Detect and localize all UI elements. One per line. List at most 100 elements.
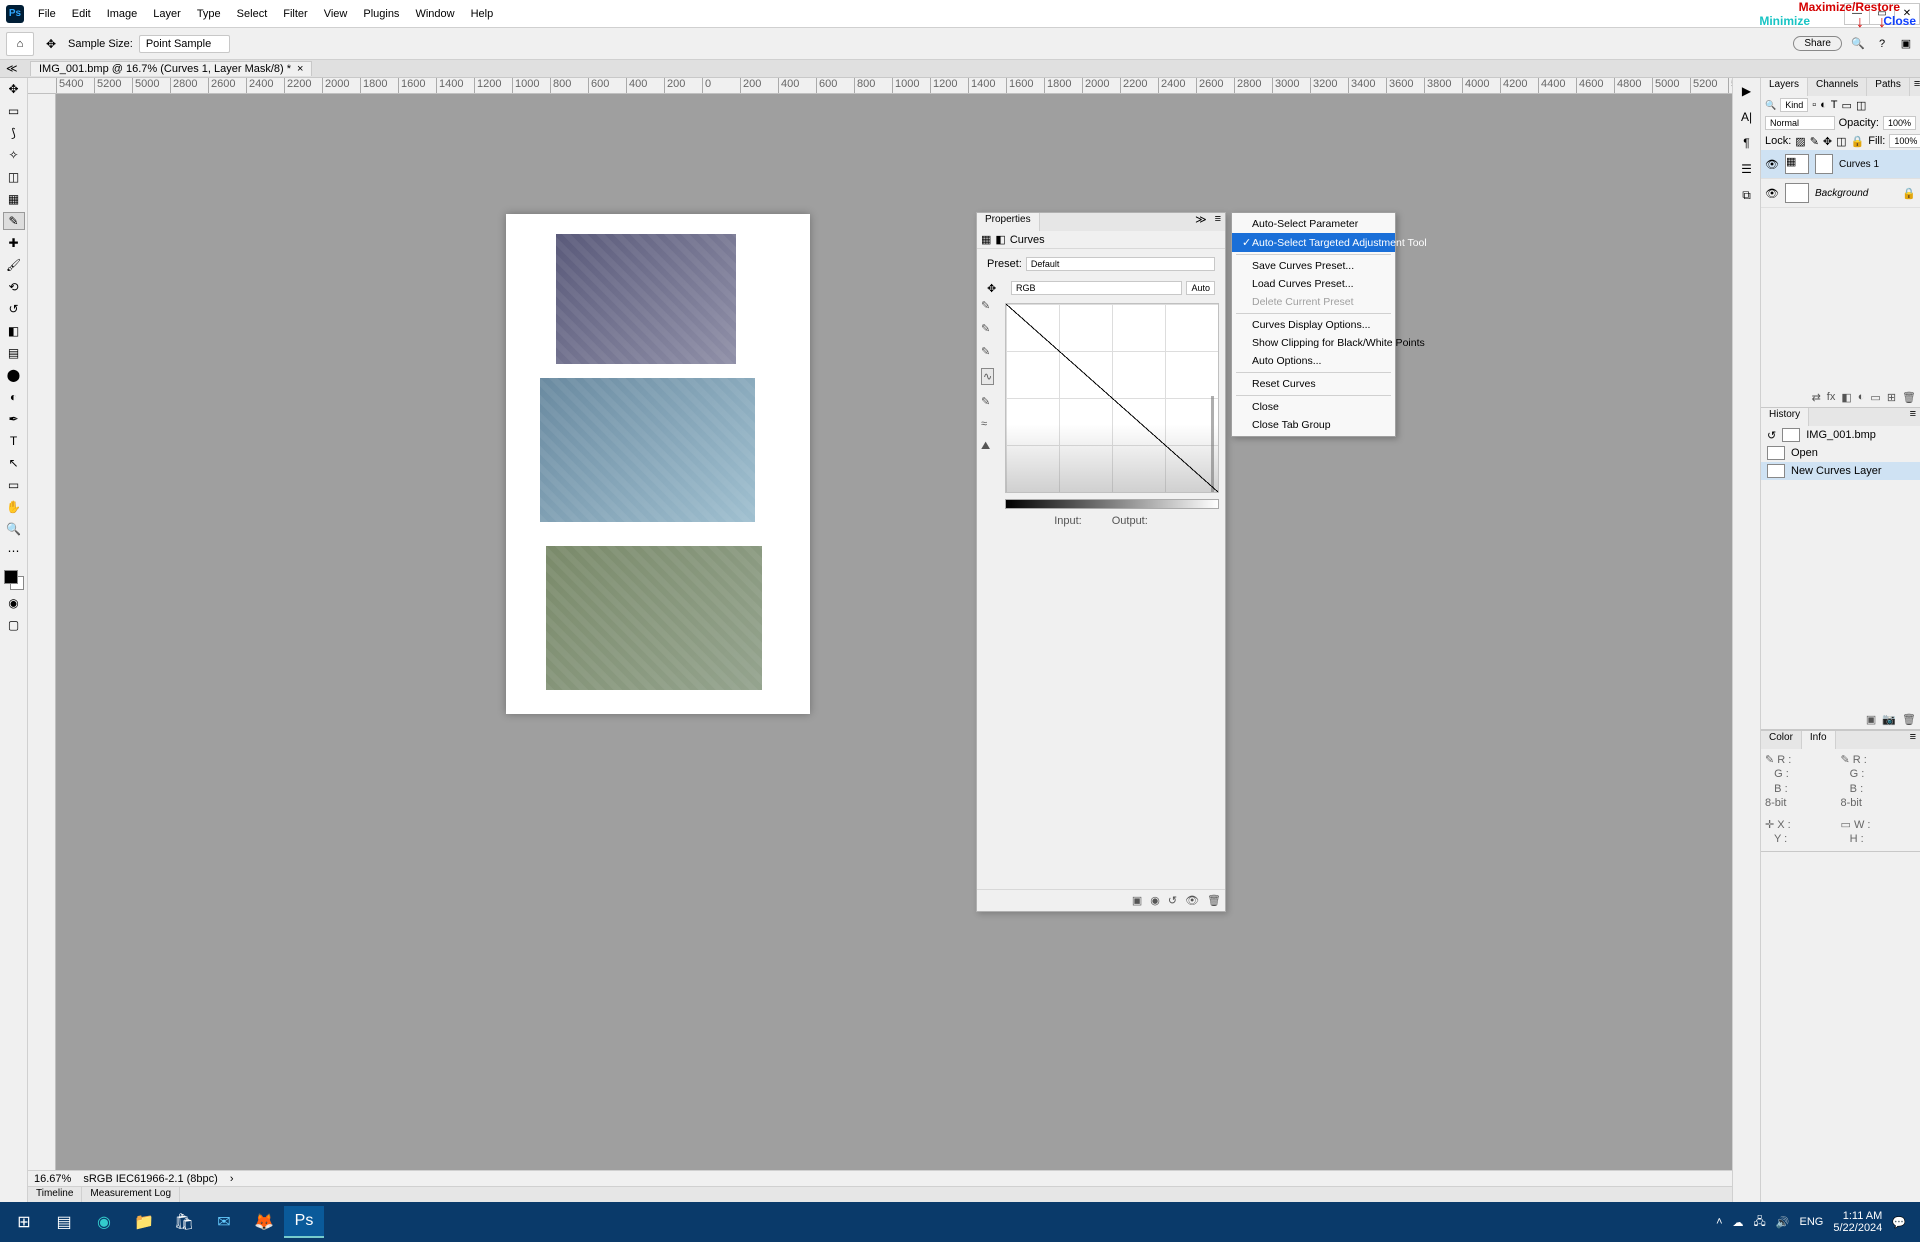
crop-tool-icon[interactable]: ◫ [3,168,25,186]
gradient-tool-icon[interactable]: ▤ [3,344,25,362]
wand-tool-icon[interactable]: ✧ [3,146,25,164]
layer-row[interactable]: 👁 Background 🔒 [1761,179,1920,208]
context-menu-item[interactable]: Load Curves Preset... [1232,275,1395,293]
menu-plugins[interactable]: Plugins [355,0,407,27]
timeline-tab[interactable]: Timeline [28,1187,82,1202]
properties-tab[interactable]: Properties [977,213,1040,231]
search-icon[interactable]: 🔍 [1850,36,1866,52]
history-brush-icon[interactable]: ↺ [1767,429,1776,442]
menu-help[interactable]: Help [463,0,502,27]
path-tool-icon[interactable]: ↖ [3,454,25,472]
context-menu-item[interactable]: Reset Curves [1232,375,1395,393]
channels-tab[interactable]: Channels [1808,78,1867,96]
visibility-icon[interactable]: 👁 [1185,894,1199,907]
color-swatch[interactable] [4,570,24,590]
clone-panel-icon[interactable]: ⧉ [1736,186,1758,204]
filter-type-icon[interactable]: T [1831,99,1838,111]
trash-icon[interactable]: 🗑 [1902,391,1916,404]
history-tab[interactable]: History [1761,408,1809,426]
on-image-tool-icon[interactable]: ✎ [981,299,994,312]
trash-icon[interactable]: 🗑 [1207,894,1221,907]
eyedropper-tool-icon[interactable]: ✎ [3,212,25,230]
start-button[interactable]: ⊞ [4,1206,44,1238]
visibility-icon[interactable]: 👁 [1765,158,1779,171]
close-icon[interactable]: × [297,63,303,75]
layer-mask-thumb[interactable] [1815,154,1833,174]
edge-icon[interactable]: ◉ [84,1206,124,1238]
move-tool-icon[interactable]: ✥ [3,80,25,98]
paths-tab[interactable]: Paths [1867,78,1910,96]
history-step[interactable]: New Curves Layer [1791,465,1881,477]
history-brush-tool-icon[interactable]: ↺ [3,300,25,318]
network-icon[interactable]: 🖧 [1754,1213,1766,1232]
collapse-icon[interactable]: ≫ [1191,213,1211,231]
gradient-strip[interactable] [1005,499,1219,509]
curve-point-tool-icon[interactable]: ∿ [981,368,994,385]
layer-filter-select[interactable]: Kind [1780,98,1808,112]
document-tab[interactable]: IMG_001.bmp @ 16.7% (Curves 1, Layer Mas… [30,61,312,76]
info-tab[interactable]: Info [1802,731,1836,749]
fx-icon[interactable]: fx [1827,391,1836,404]
blur-tool-icon[interactable]: ⬤ [3,366,25,384]
blend-mode-select[interactable]: Normal [1765,116,1835,130]
panel-menu-icon[interactable]: ≡ [1211,213,1225,231]
layers-tab[interactable]: Layers [1761,78,1808,96]
tray-chevron-icon[interactable]: ˄ [1716,1216,1722,1228]
zoom-tool-icon[interactable]: 🔍 [3,520,25,538]
context-menu-item[interactable]: ✓Auto-Select Targeted Adjustment Tool [1232,233,1395,252]
visibility-icon[interactable]: 👁 [1765,187,1779,200]
lock-trans-icon[interactable]: ▨ [1795,135,1805,148]
snapshot-icon[interactable]: 📷 [1882,713,1896,726]
panel-menu-icon[interactable]: ≡ [1906,408,1920,426]
play-icon[interactable]: ▶ [1736,82,1758,100]
screenmode-icon[interactable]: ▢ [3,616,25,634]
lasso-tool-icon[interactable]: ⟆ [3,124,25,142]
task-view-icon[interactable]: ▤ [44,1206,84,1238]
document-stage[interactable]: Properties ≫ ≡ ▦ ◧ Curves Preset: [56,94,1732,1170]
clock[interactable]: 1:11 AM 5/22/2024 [1833,1210,1882,1234]
view-prev-icon[interactable]: ◉ [1150,894,1160,907]
context-menu-item[interactable]: Save Curves Preset... [1232,257,1395,275]
lock-all-icon[interactable]: 🔒 [1851,135,1865,148]
layer-name[interactable]: Curves 1 [1839,159,1879,170]
stamp-tool-icon[interactable]: ⟲ [3,278,25,296]
sample-size-select[interactable]: Point Sample [139,35,230,53]
histogram-icon[interactable]: ⛰ [981,440,994,453]
context-menu-item[interactable]: Show Clipping for Black/White Points [1232,334,1395,352]
workspace-icon[interactable]: ▣ [1898,36,1914,52]
current-tool-icon[interactable]: ✥ [40,35,62,53]
filter-shape-icon[interactable]: ▭ [1842,99,1852,112]
heal-tool-icon[interactable]: ✚ [3,234,25,252]
curves-graph[interactable] [1005,303,1219,493]
white-point-icon[interactable]: ✎ [981,322,994,335]
photoshop-taskbar-icon[interactable]: Ps [284,1206,324,1238]
shape-tool-icon[interactable]: ▭ [3,476,25,494]
menu-type[interactable]: Type [189,0,229,27]
layer-row[interactable]: 👁 ▦ Curves 1 [1761,150,1920,179]
pen-tool-icon[interactable]: ✒ [3,410,25,428]
reset-icon[interactable]: ↺ [1168,894,1177,907]
firefox-icon[interactable]: 🦊 [244,1206,284,1238]
filter-adj-icon[interactable]: ◐ [1820,99,1827,111]
menu-view[interactable]: View [316,0,356,27]
context-menu-item[interactable]: Close Tab Group [1232,416,1395,434]
context-menu-item[interactable]: Auto-Select Parameter [1232,215,1395,233]
menu-window[interactable]: Window [407,0,462,27]
menu-image[interactable]: Image [99,0,146,27]
fill-input[interactable]: 100% [1889,134,1920,148]
notifications-icon[interactable]: 💬 [1892,1216,1906,1229]
gray-point-icon[interactable]: ✎ [981,345,994,358]
volume-icon[interactable]: 🔊 [1776,1216,1790,1229]
auto-button[interactable]: Auto [1186,281,1215,295]
targeted-adj-icon[interactable]: ✥ [987,282,1007,295]
frame-tool-icon[interactable]: ▦ [3,190,25,208]
chevron-right-icon[interactable]: › [230,1173,234,1185]
channel-select[interactable]: RGB [1011,281,1182,295]
measurement-log-tab[interactable]: Measurement Log [82,1187,180,1202]
filter-smart-icon[interactable]: ◫ [1856,99,1866,112]
adjust-panel-icon[interactable]: ☰ [1736,160,1758,178]
layer-name[interactable]: Background [1815,188,1868,199]
menu-file[interactable]: File [30,0,64,27]
home-button[interactable]: ⌂ [6,32,34,56]
marquee-tool-icon[interactable]: ▭ [3,102,25,120]
